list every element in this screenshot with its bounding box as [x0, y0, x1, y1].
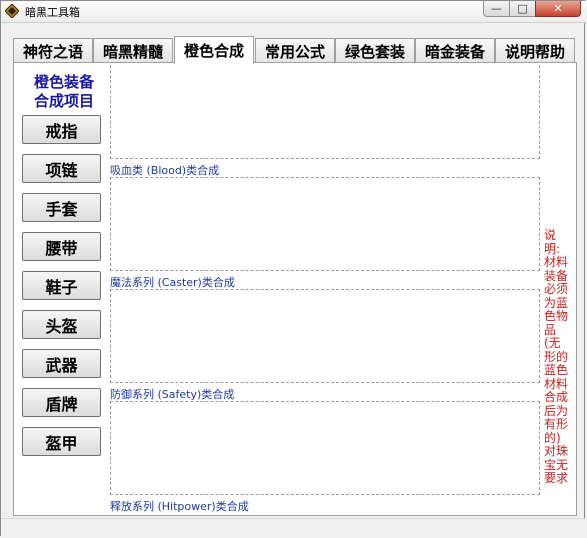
shield-button[interactable]: 盾牌 [22, 388, 101, 417]
sidebar-title-line1: 橙色装备 [33, 73, 94, 91]
maximize-button[interactable]: □ [509, 1, 536, 17]
safety-group-box [110, 289, 540, 383]
sidebar-title-line2: 合成项目 [33, 92, 94, 110]
hitpower-group-box [110, 401, 540, 495]
caster-group-box [110, 177, 540, 271]
title-bar: 暗黑工具箱 — □ ✕ [1, 1, 586, 23]
tab-bar: 神符之语 暗黑精髓 橙色合成 常用公式 绿色套装 暗金装备 说明帮助 [13, 36, 577, 64]
amulet-button[interactable]: 项链 [22, 154, 101, 183]
hitpower-group-label: 释放系列 (Hitpower)类合成 [110, 500, 249, 513]
tab-green-sets[interactable]: 绿色套装 [335, 38, 415, 63]
tab-common-formulas[interactable]: 常用公式 [255, 38, 335, 63]
blood-group-box [110, 65, 540, 159]
tab-diablo-essence[interactable]: 暗黑精髓 [93, 38, 173, 63]
status-bar [1, 518, 586, 538]
maximize-icon: □ [517, 2, 528, 15]
gloves-button[interactable]: 手套 [22, 193, 101, 222]
tab-help[interactable]: 说明帮助 [495, 38, 575, 63]
minimize-button[interactable]: — [483, 1, 510, 17]
armor-button[interactable]: 盔甲 [22, 427, 101, 456]
window-title: 暗黑工具箱 [25, 6, 80, 19]
caster-group-label: 魔法系列 (Caster)类合成 [110, 276, 235, 289]
tab-runewords[interactable]: 神符之语 [13, 38, 93, 63]
close-icon: ✕ [553, 2, 563, 15]
minimize-icon: — [491, 2, 502, 15]
ring-button[interactable]: 戒指 [22, 115, 101, 144]
close-button[interactable]: ✕ [535, 1, 581, 17]
blood-group-label: 吸血类 (Blood)类合成 [110, 164, 220, 177]
boots-button[interactable]: 鞋子 [22, 271, 101, 300]
helm-button[interactable]: 头盔 [22, 310, 101, 339]
weapon-button[interactable]: 武器 [22, 349, 101, 378]
app-icon[interactable] [5, 4, 19, 18]
app-window: 暗黑工具箱 — □ ✕ 神符之语 暗黑精髓 橙色合成 常用公式 绿色套装 暗金装… [0, 0, 586, 538]
belt-button[interactable]: 腰带 [22, 232, 101, 261]
safety-group-label: 防御系列 (Safety)类合成 [110, 388, 235, 401]
tab-orange-crafting[interactable]: 橙色合成 [174, 36, 254, 64]
crafting-note: 说明:材料装备必须为蓝色物品(无形的蓝色材料合成后为有形的)对珠宝无要求 [544, 228, 569, 485]
tab-unique-items[interactable]: 暗金装备 [415, 38, 495, 63]
